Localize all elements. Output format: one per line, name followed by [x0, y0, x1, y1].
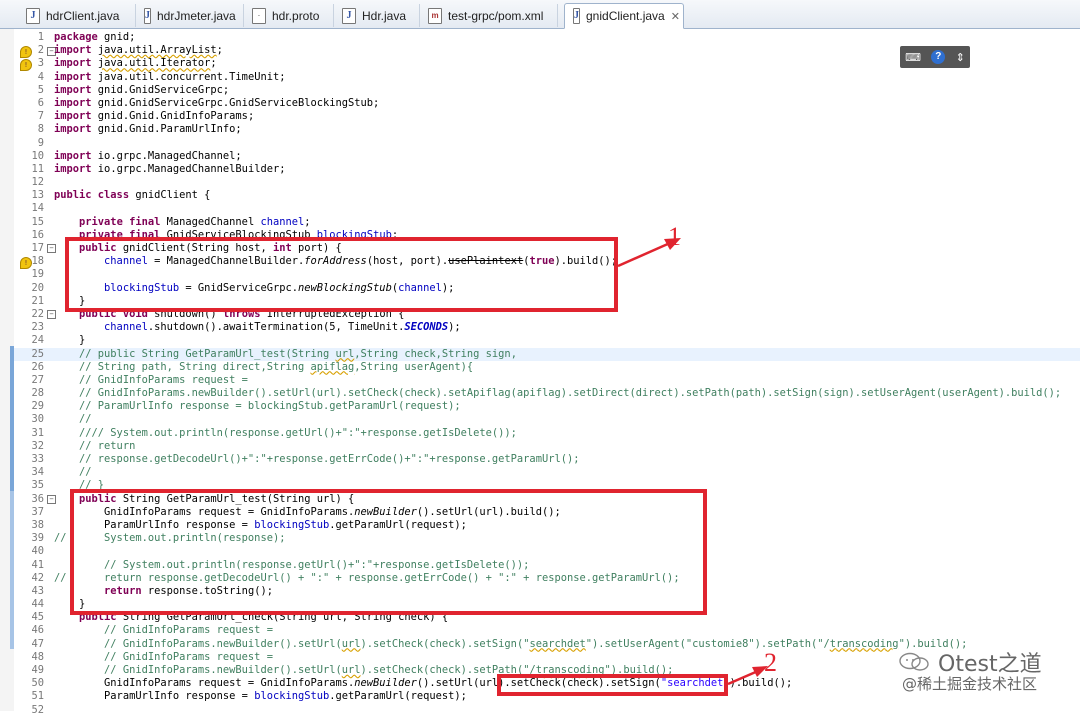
watermark-site: @稀土掘金技术社区 — [902, 675, 1038, 693]
annotation-label-1: 1 — [668, 222, 681, 251]
wechat-logo-icon — [899, 652, 929, 671]
annotation-label-2: 2 — [764, 648, 777, 677]
arrow-line-1 — [617, 241, 671, 268]
arrow-line-2 — [727, 669, 759, 686]
watermark: Otest之道 @稀土掘金技术社区 — [888, 646, 1068, 706]
annotation-arrows — [617, 238, 768, 686]
